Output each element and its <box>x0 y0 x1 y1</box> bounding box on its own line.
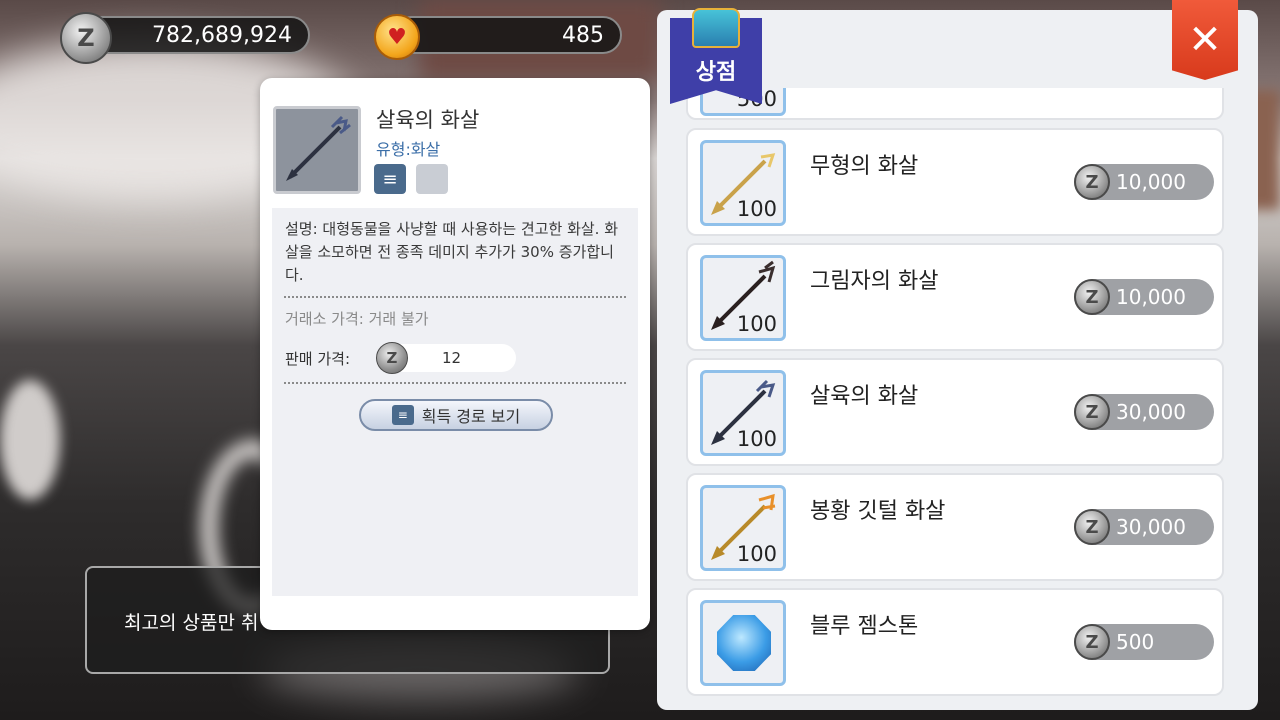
treasure-chest-icon <box>692 8 740 48</box>
premium-balance: 485 <box>392 16 622 54</box>
item-name: 살육의 화살 <box>810 384 919 409</box>
zeny-balance: 782,689,924 <box>78 16 310 54</box>
zeny-coin-icon: Z <box>1074 164 1110 200</box>
item-slot-icon <box>416 164 448 194</box>
close-icon: ✕ <box>1188 17 1222 63</box>
close-button[interactable]: ✕ <box>1172 0 1238 80</box>
item-slot: 100 <box>700 140 786 226</box>
item-type: 유형:화살 <box>376 140 441 159</box>
item-price: 10,000 <box>1116 285 1186 309</box>
sell-price-value: 12 <box>442 349 462 367</box>
item-slot <box>700 600 786 686</box>
zeny-coin-icon: Z <box>1074 509 1110 545</box>
sell-price-label: 판매 가격: <box>285 350 351 368</box>
item-slot: 100 <box>700 370 786 456</box>
item-name: 무형의 화살 <box>810 154 919 179</box>
zeny-coin-icon: Z <box>376 342 408 374</box>
item-quantity: 100 <box>736 542 777 566</box>
market-price: 거래소 가격: 거래 불가 <box>285 310 429 328</box>
item-quantity: 100 <box>736 312 777 336</box>
item-price: 30,000 <box>1116 400 1186 424</box>
divider <box>284 382 626 384</box>
item-name: 살육의 화살 <box>376 108 480 132</box>
item-thumbnail <box>273 106 361 194</box>
cat-coin-icon: ♥ <box>374 14 420 60</box>
blue-gemstone-icon <box>717 615 771 671</box>
item-quantity: 100 <box>736 427 777 451</box>
shop-title: 상점 <box>695 60 737 85</box>
item-price: 10,000 <box>1116 170 1186 194</box>
shop-item-row[interactable]: 100 무형의 화살 Z 10,000 <box>686 128 1224 236</box>
item-price: 30,000 <box>1116 515 1186 539</box>
divider <box>284 296 626 298</box>
zeny-amount: 782,689,924 <box>152 22 292 48</box>
shop-item-row[interactable]: 블루 젬스톤 Z 500 <box>686 588 1224 696</box>
route-icon: ≡ <box>391 405 414 425</box>
item-description: 설명: 대형동물을 사냥할 때 사용하는 견고한 화살. 화살을 소모하면 전 … <box>285 220 619 284</box>
item-info-panel: 설명: 대형동물을 사냥할 때 사용하는 견고한 화살. 화살을 소모하면 전 … <box>272 208 638 596</box>
item-quantity: 100 <box>736 197 777 221</box>
zeny-coin-icon: Z <box>60 12 112 64</box>
item-detail-popup: 살육의 화살 유형:화살 ≡ 설명: 대형동물을 사냥할 때 사용하는 견고한 … <box>260 78 650 630</box>
item-slot: 100 <box>700 485 786 571</box>
zeny-coin-icon: Z <box>1074 624 1110 660</box>
zeny-coin-icon: Z <box>1074 394 1110 430</box>
shop-item-row[interactable]: 100 살육의 화살 Z 30,000 <box>686 358 1224 466</box>
item-name: 그림자의 화살 <box>810 269 939 294</box>
item-name: 봉황 깃털 화살 <box>810 499 946 524</box>
dialog-text: 최고의 상품만 취 <box>124 612 259 634</box>
shop-item-row[interactable]: 100 그림자의 화살 Z 10,000 <box>686 243 1224 351</box>
item-name: 블루 젬스톤 <box>810 614 919 639</box>
premium-amount: 485 <box>562 22 604 48</box>
zeny-coin-icon: Z <box>1074 279 1110 315</box>
shop-item-list[interactable]: 500 100 무형의 화살 Z 10,000 <box>667 88 1247 700</box>
shop-title-banner: 상점 <box>668 8 764 104</box>
item-slot: 100 <box>700 255 786 341</box>
acquire-route-button[interactable]: ≡ 획득 경로 보기 <box>359 399 553 431</box>
item-price: 500 <box>1116 630 1155 654</box>
shop-item-row-partial[interactable]: 500 <box>686 88 1224 120</box>
shop-item-row[interactable]: 100 봉황 깃털 화살 Z 30,000 <box>686 473 1224 581</box>
shop-panel: 500 100 무형의 화살 Z 10,000 <box>657 10 1258 710</box>
item-info-icon[interactable]: ≡ <box>374 164 406 194</box>
acquire-route-label: 획득 경로 보기 <box>421 407 521 426</box>
arrow-icon <box>286 115 351 181</box>
